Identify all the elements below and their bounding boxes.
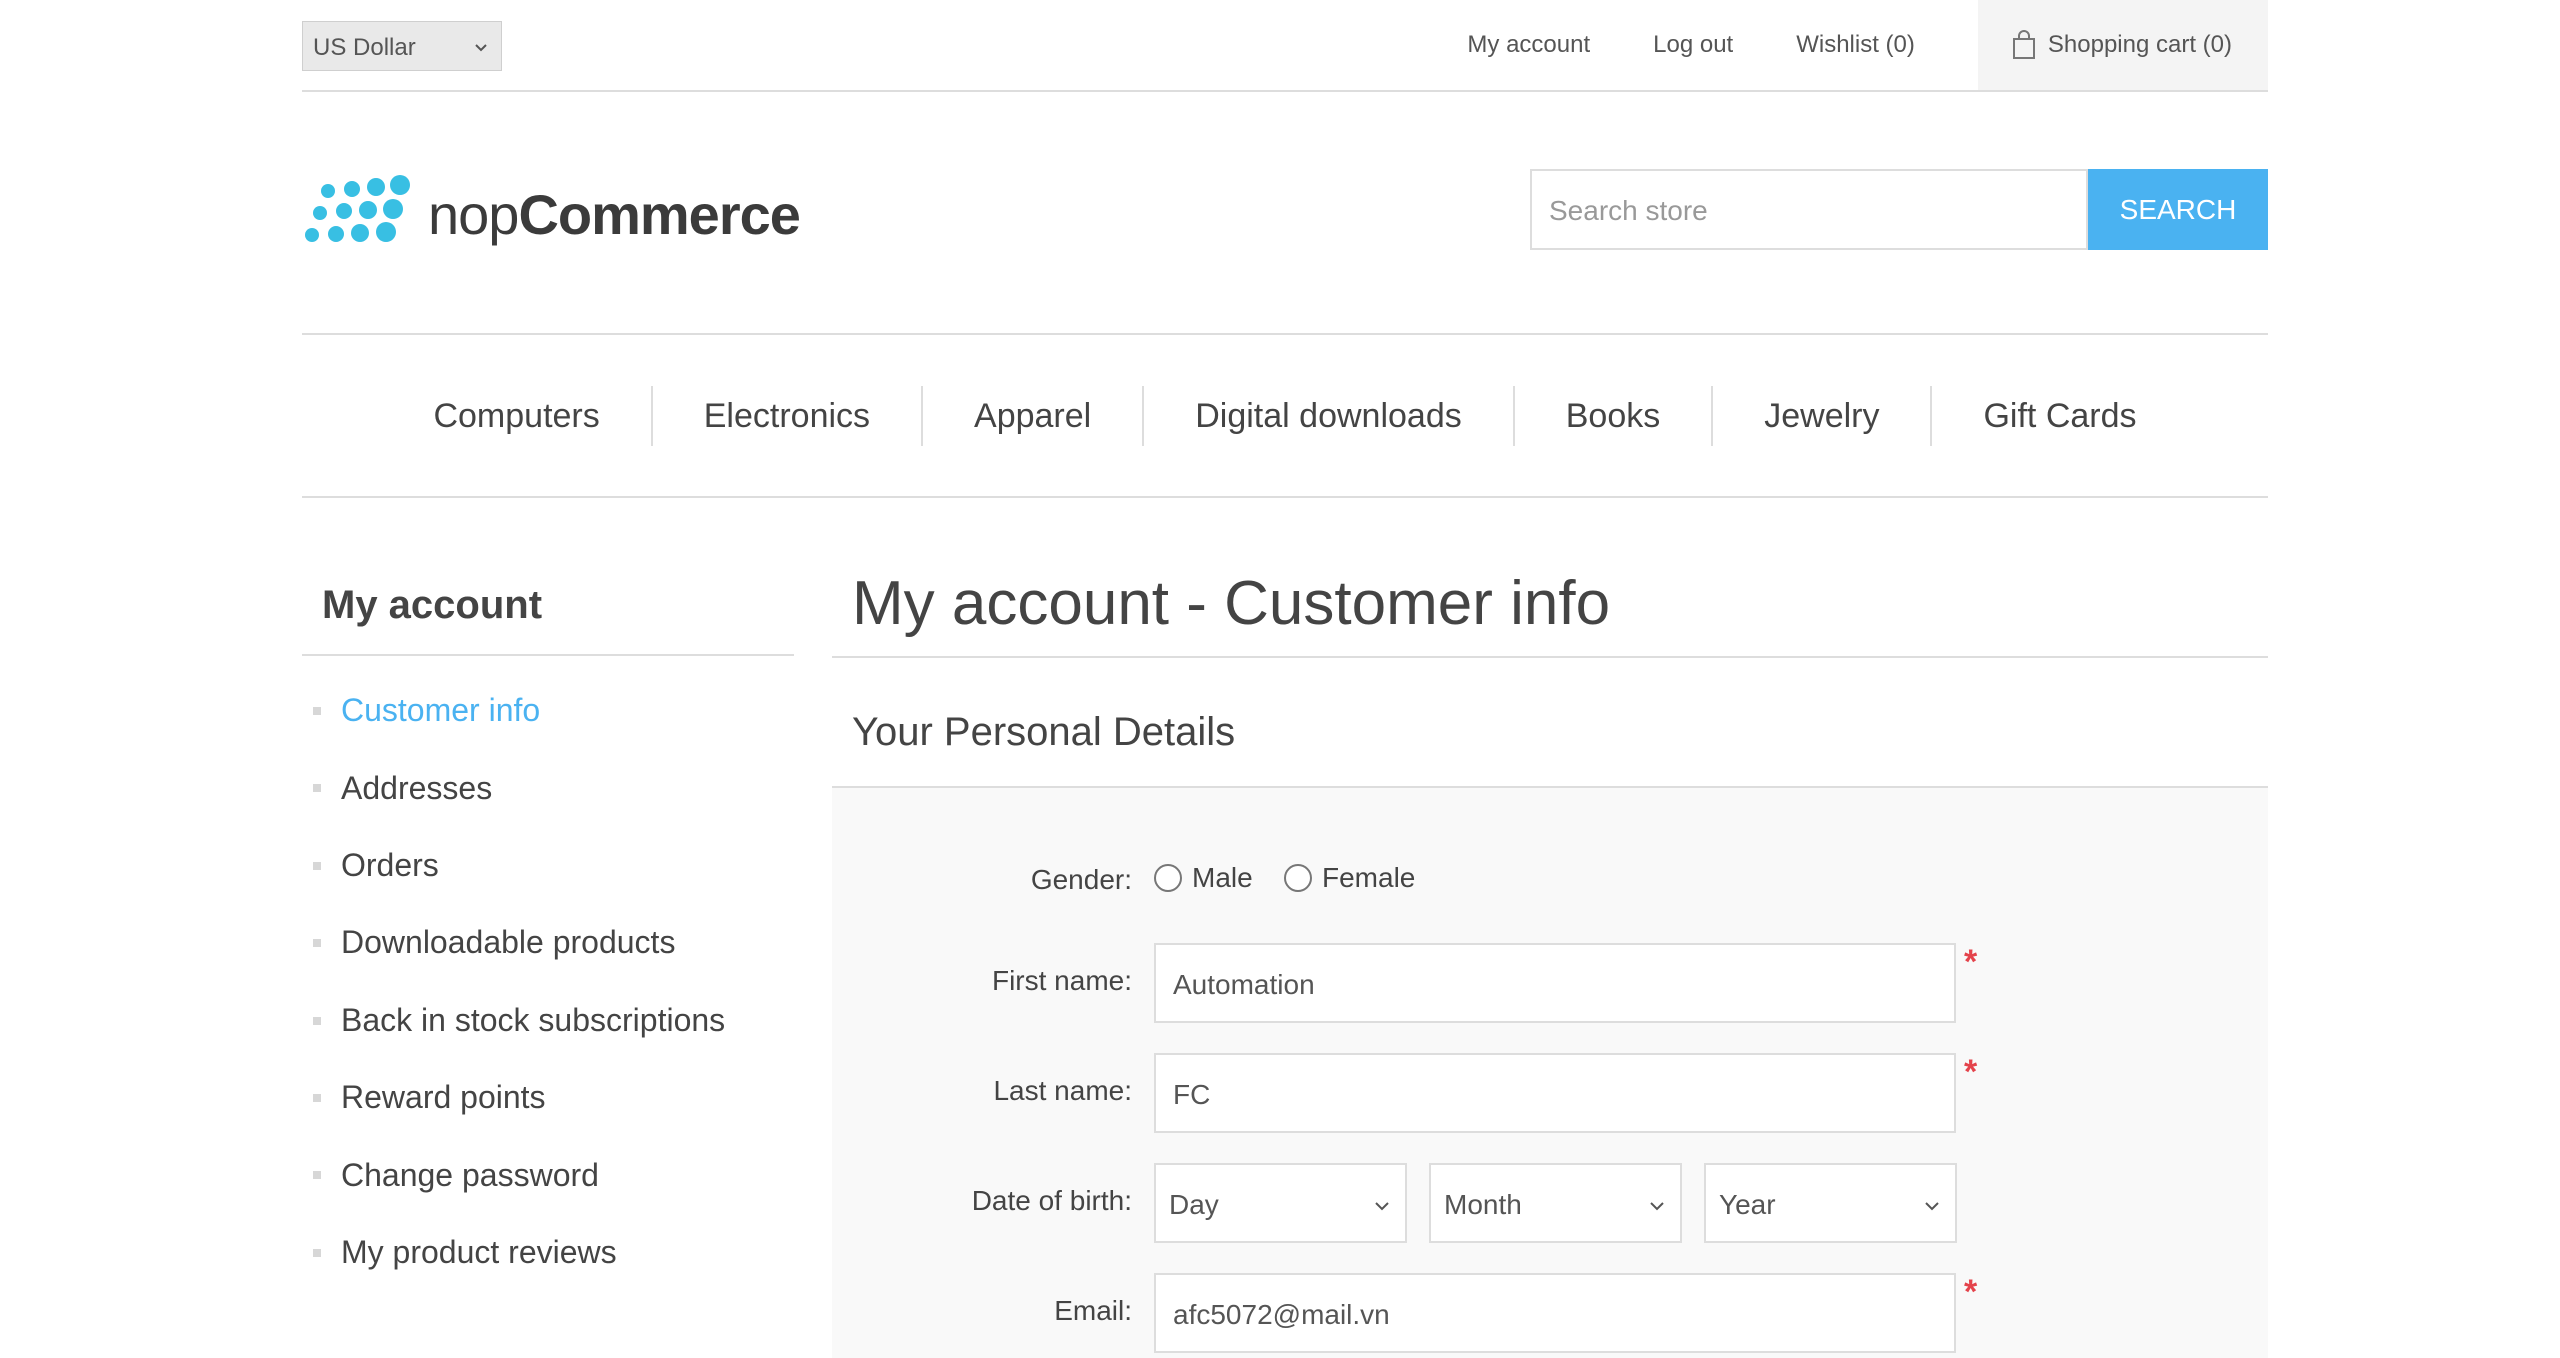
chevron-down-icon [475,44,487,52]
store-logo[interactable]: nopCommerce [302,164,802,264]
shopping-cart-label: Shopping cart (0) [2047,31,2232,58]
dob-year-value: Year [1719,1189,1776,1220]
gender-label: Gender: [1030,864,1132,895]
dob-day-value: Day [1169,1189,1219,1220]
menu-item-jewelry[interactable]: Jewelry [1711,385,1930,446]
menu-item-computers[interactable]: Computers [382,386,650,446]
wishlist-link[interactable]: Wishlist (0) [1796,31,1915,59]
shopping-bag-icon [2012,30,2035,59]
dob-month-value: Month [1444,1189,1522,1220]
currency-value: US Dollar [313,34,416,61]
search-input[interactable]: Search store [1530,169,2088,250]
date-of-birth-label: Date of birth: [971,1185,1132,1216]
header-links: My account Log out Wishlist (0) Shopping… [1467,0,2268,90]
menu-item-apparel[interactable]: Apparel [921,385,1142,446]
top-menu: Computers Electronics Apparel Digital do… [302,333,2268,498]
menu-item-gift-cards[interactable]: Gift Cards [1930,385,2187,446]
header-links-bar: US Dollar My account Log out Wishlist (0… [302,0,2268,92]
personal-details-form: Gender: Male Female First name: Automati… [832,788,2268,1358]
gender-male-radio[interactable] [1154,864,1182,892]
sidebar-item-change-password[interactable]: Change password [302,1136,794,1213]
dob-month-select[interactable]: Month [1429,1163,1682,1243]
sidebar-item-customer-info[interactable]: Customer info [302,672,794,749]
sidebar-item-reward-points[interactable]: Reward points [302,1059,794,1136]
search-button[interactable]: Search [2088,169,2268,250]
dob-day-select[interactable]: Day [1154,1163,1407,1243]
email-label: Email: [1054,1295,1132,1326]
gender-female-option[interactable]: Female [1284,862,1415,894]
email-field[interactable]: afc5072@mail.vn [1154,1273,1956,1353]
logo-text-bold: Commerce [518,182,800,246]
chevron-down-icon [1650,1202,1664,1211]
last-name-field[interactable]: FC [1154,1053,1956,1133]
menu-item-books[interactable]: Books [1512,385,1712,446]
dob-year-select[interactable]: Year [1704,1163,1957,1243]
my-account-link[interactable]: My account [1467,31,1590,59]
currency-select[interactable]: US Dollar [302,21,502,71]
shopping-cart-link[interactable]: Shopping cart (0) [1977,0,2268,90]
first-name-label: First name: [991,965,1132,996]
section-title: Your Personal Details [832,698,2268,788]
page-title: My account - Customer info [832,564,2268,658]
last-name-label: Last name: [993,1075,1132,1106]
menu-item-electronics[interactable]: Electronics [650,385,921,446]
email-required-mark: * [1964,1273,1978,1311]
sidebar-item-downloadable-products[interactable]: Downloadable products [302,904,794,981]
chevron-down-icon [1375,1202,1389,1211]
logo-dots-icon [305,175,410,242]
gender-female-radio[interactable] [1284,864,1312,892]
gender-male-label: Male [1192,862,1253,893]
first-name-field[interactable]: Automation [1154,943,1956,1023]
gender-female-label: Female [1322,862,1416,893]
log-out-link[interactable]: Log out [1653,31,1733,59]
sidebar-item-addresses[interactable]: Addresses [302,749,794,826]
sidebar-item-back-in-stock-subscriptions[interactable]: Back in stock subscriptions [302,982,794,1059]
sidebar-item-orders[interactable]: Orders [302,827,794,904]
first-name-required-mark: * [1964,943,1978,981]
menu-item-digital-downloads[interactable]: Digital downloads [1142,385,1513,446]
chevron-down-icon [1925,1202,1939,1211]
sidebar-nav: Customer info Addresses Orders Downloada… [302,672,794,1291]
gender-male-option[interactable]: Male [1154,862,1253,894]
logo-text: nopCommerce [428,182,801,247]
logo-text-light: nop [428,182,519,246]
sidebar-item-my-product-reviews[interactable]: My product reviews [302,1214,794,1291]
last-name-required-mark: * [1964,1053,1978,1091]
sidebar-title: My account [302,570,794,656]
